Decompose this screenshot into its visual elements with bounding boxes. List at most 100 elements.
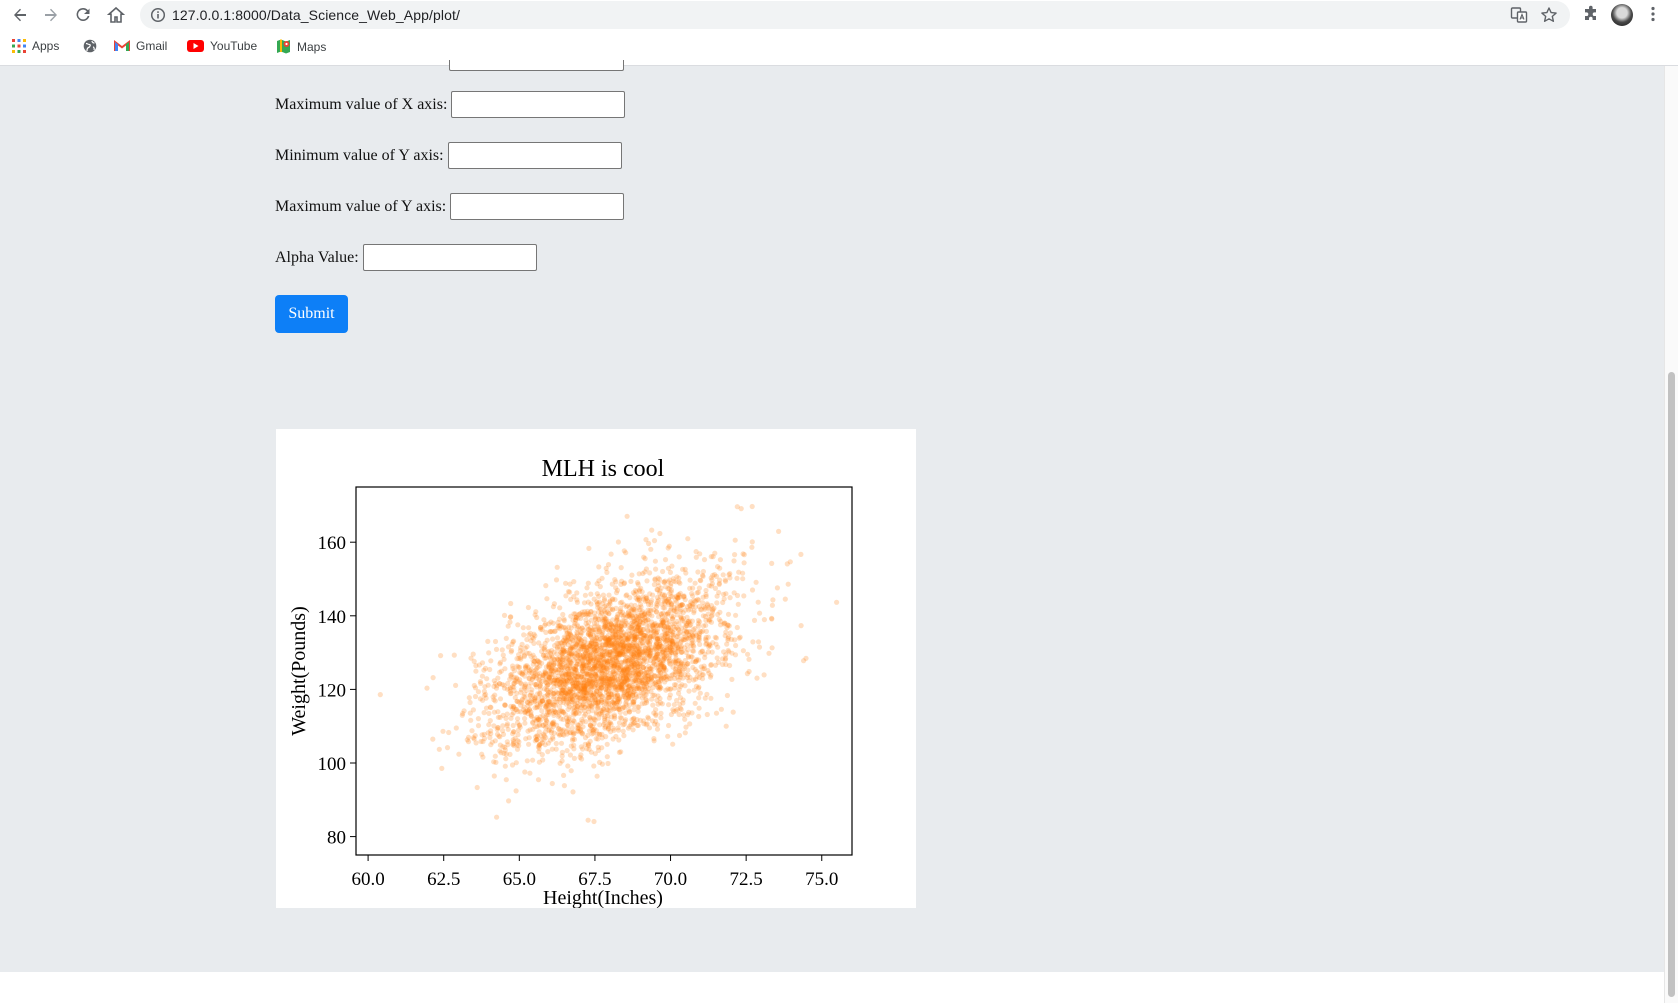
scatter-point [522, 769, 528, 775]
scatter-point [749, 587, 756, 593]
scatter-point [621, 548, 627, 554]
scatter-point [717, 622, 724, 628]
scatter-point [600, 668, 606, 674]
scatter-point [507, 676, 513, 682]
scatter-point [704, 640, 710, 647]
scatter-point [727, 595, 733, 601]
scatter-point [475, 716, 481, 722]
scatter-point [713, 710, 720, 716]
scatter-point [505, 742, 511, 748]
scatter-point [647, 607, 653, 613]
scatter-point [649, 527, 655, 533]
scatter-point [588, 624, 594, 631]
scatter-point [733, 642, 739, 649]
scatter-point [729, 636, 735, 642]
reload-icon[interactable] [70, 2, 96, 28]
scatter-point [740, 648, 746, 654]
scatter-point [735, 601, 741, 607]
scatter-point [610, 725, 616, 731]
scatter-point [574, 590, 580, 596]
bookmark-globe[interactable] [83, 39, 103, 53]
submit-button[interactable]: Submit [275, 295, 348, 333]
address-bar[interactable]: 127.0.0.1:8000/Data_Science_Web_App/plot… [140, 1, 1570, 29]
scatter-chart: MLH is cool Height(Inches) Weight(Pounds… [288, 456, 853, 909]
scatter-point [515, 738, 521, 744]
scatter-point [561, 783, 567, 789]
max-y-input[interactable] [450, 193, 625, 220]
scatter-point [623, 700, 629, 706]
scatter-point [701, 604, 707, 610]
scatter-point [502, 702, 508, 708]
home-icon[interactable] [103, 2, 129, 28]
scatter-point [521, 693, 527, 700]
scatter-point [574, 728, 580, 734]
url-text[interactable]: 127.0.0.1:8000/Data_Science_Web_App/plot… [172, 7, 460, 23]
scatter-point [537, 681, 544, 687]
scatter-point [691, 597, 697, 603]
translate-icon[interactable] [1510, 6, 1528, 29]
scatter-point [652, 558, 658, 564]
bookmark-youtube[interactable]: YouTube [187, 39, 257, 53]
scatter-point [545, 691, 551, 697]
scrollbar-thumb[interactable] [1668, 372, 1675, 997]
scatter-point [639, 701, 645, 707]
extensions-icon[interactable] [1582, 5, 1600, 28]
scatter-point [630, 633, 636, 640]
profile-avatar[interactable] [1611, 4, 1633, 26]
scatter-point [644, 658, 650, 664]
scatter-point [532, 698, 538, 704]
scatter-point [567, 589, 573, 595]
scatter-point [604, 754, 610, 760]
scatter-point [485, 730, 491, 736]
scatter-point [593, 709, 599, 715]
site-info-icon[interactable] [150, 7, 166, 28]
scatter-point [604, 741, 610, 747]
x-tick-label: 62.5 [427, 869, 460, 890]
scatter-point [531, 631, 537, 637]
bookmark-maps[interactable]: Maps [276, 39, 326, 54]
scatter-point [664, 652, 670, 658]
scatter-point [551, 693, 557, 700]
scatter-point [666, 543, 672, 549]
back-icon[interactable] [7, 2, 33, 28]
scatter-point [647, 570, 653, 576]
min-y-input[interactable] [447, 142, 622, 169]
scatter-point [643, 666, 649, 672]
scatter-point [687, 721, 693, 727]
scatter-point [477, 696, 483, 702]
bookmark-apps[interactable]: Apps [12, 39, 59, 53]
max-x-input[interactable] [451, 91, 626, 118]
max-y-row: Maximum value of Y axis: [275, 193, 625, 220]
scatter-point [692, 625, 698, 632]
scatter-point [714, 655, 720, 661]
bookmark-star-icon[interactable] [1540, 6, 1558, 29]
scatter-point [446, 729, 452, 736]
bookmark-gmail[interactable]: Gmail [114, 39, 167, 53]
scatter-point [491, 709, 497, 715]
scatter-point [607, 720, 614, 726]
scatter-point [588, 683, 594, 689]
scatter-point [706, 670, 712, 676]
scatter-point [668, 711, 674, 718]
more-menu-icon[interactable] [1650, 5, 1656, 28]
scatter-point [634, 722, 640, 729]
scatter-point [565, 763, 571, 769]
alpha-input[interactable] [362, 244, 537, 271]
scatter-point [444, 745, 451, 751]
scatter-point [568, 730, 574, 736]
scatter-point [596, 593, 602, 599]
scatter-point [539, 643, 545, 649]
scatter-point [550, 636, 556, 642]
scatter-point [684, 674, 690, 681]
scatter-point [495, 714, 501, 720]
scatter-point [641, 693, 647, 699]
forward-icon[interactable] [38, 2, 64, 28]
scatter-point [453, 725, 459, 731]
x-tick-label: 67.5 [578, 869, 611, 890]
scatter-point [569, 699, 575, 705]
scatter-point [639, 589, 645, 595]
scatter-point [554, 564, 560, 570]
page-scrollbar[interactable] [1664, 66, 1678, 1003]
scatter-point [729, 676, 735, 682]
min-x-input[interactable] [449, 60, 624, 71]
